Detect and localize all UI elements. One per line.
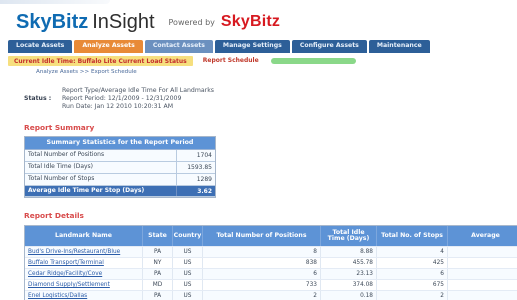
header-total-stops[interactable]: Total No. of Stops [377,226,448,247]
average-cell [448,258,517,268]
summary-label-total-idle-time: Total Idle Time (Days) [28,163,94,171]
summary-value-average-idle-time: 3.62 [176,186,215,197]
report-details-heading: Report Details [24,211,84,221]
header-total-positions[interactable]: Total Number of Positions [203,226,321,247]
header-landmark-name[interactable]: Landmark Name [25,226,143,247]
tab-manage-settings[interactable]: Manage Settings [214,40,290,53]
country-cell: US [173,291,203,300]
average-cell [448,269,517,279]
positions-cell: 838 [203,258,321,269]
landmark-link[interactable]: Buffalo Transport/Terminal [25,258,143,269]
stops-cell: 6 [377,269,448,280]
idle-time-cell: 23.13 [321,269,377,280]
stops-cell: 4 [377,247,448,258]
summary-row-total-idle-time: Total Idle Time (Days) 1593.85 [25,162,215,175]
powered-by-text: Powered by [168,17,215,27]
status-line-1: Report Type/Average Idle Time For All La… [62,87,215,94]
status-line-3: Run Date: Jan 12 2010 10:20:31 AM [62,102,174,110]
state-cell: PA [143,291,173,300]
average-cell [448,291,517,300]
landmark-link[interactable]: Diamond Supply/Settlement [25,280,143,291]
current-idle-time-subnav[interactable]: Current Idle Time: Buffalo Lite Current … [8,55,193,66]
idle-time-cell: 374.08 [321,280,377,291]
state-cell: NY [143,258,173,269]
country-cell: US [173,258,203,269]
summary-value-total-positions: 1704 [176,150,215,162]
skybitz-logo-text: SkyBitz [16,11,89,33]
idle-time-cell: 0.18 [321,291,377,300]
summary-label-total-positions: Total Number of Positions [28,151,105,159]
positions-cell: 2 [203,291,321,300]
powered-by-group: Powered by SkyBitz [169,13,281,31]
details-table: Landmark Name State Country Total Number… [24,225,517,300]
summary-table: Summary Statistics for the Report Period… [24,136,216,199]
state-cell: MD [143,280,173,291]
summary-label-total-stops: Total Number of Stops [28,175,95,183]
powered-by-brand: SkyBitz [220,13,281,30]
table-row: Cedar Ridge/Facility/Cove PA US 6 23.13 … [25,268,517,280]
country-cell: US [173,269,203,280]
table-row: Enel Logistics/Dallas PA US 2 0.18 2 [25,290,517,300]
stops-cell: 425 [377,258,448,269]
summary-row-total-positions: Total Number of Positions 1704 [25,150,215,163]
status-indicator-pill [270,57,356,64]
summary-row-average-idle-time: Average Idle Time Per Stop (Days) 3.62 [25,186,215,198]
status-label: Status : [24,95,52,102]
summary-label-average-idle-time: Average Idle Time Per Stop (Days) [28,186,145,194]
stops-cell: 2 [377,291,448,300]
state-cell: PA [143,269,173,280]
average-cell [448,280,517,290]
status-line-2: Report Period: 12/1/2009 - 12/31/2009 [62,94,182,102]
summary-table-title: Summary Statistics for the Report Period [25,137,215,151]
table-row: Buffalo Transport/Terminal NY US 838 455… [25,257,517,269]
status-panel: Status : Report Type/Average Idle Time F… [0,87,517,110]
summary-value-total-idle-time: 1593.85 [176,162,215,174]
details-table-header: Landmark Name State Country Total Number… [25,226,517,247]
stops-cell: 675 [377,280,448,291]
average-cell [448,247,517,257]
landmark-link[interactable]: Bud's Drive-Ins/Restaurant/Blue [25,247,143,258]
insight-logo: SkyBitz InSight [16,12,155,32]
positions-cell: 6 [203,269,321,280]
tab-contact-assets[interactable]: Contact Assets [144,40,213,53]
landmark-link[interactable]: Cedar Ridge/Facility/Cove [25,269,143,280]
tab-locate-assets[interactable]: Locate Assets [8,40,73,53]
tab-maintenance[interactable]: Maintenance [368,40,430,53]
summary-value-total-stops: 1289 [176,174,215,186]
skybitz-report-page: SkyBitz InSight Powered by SkyBitz Locat… [0,0,517,300]
breadcrumb[interactable]: Analyze Assets >> Export Schedule [0,69,517,75]
insight-logo-text: InSight [92,11,155,33]
landmark-link[interactable]: Enel Logistics/Dallas [25,291,143,300]
status-lines: Report Type/Average Idle Time For All La… [62,87,517,110]
report-summary-heading: Report Summary [24,123,95,133]
tab-analyze-assets[interactable]: Analyze Assets [74,40,143,53]
header-state[interactable]: State [143,226,173,247]
brand-header: SkyBitz InSight Powered by SkyBitz [0,0,517,38]
positions-cell: 8 [203,247,321,258]
report-schedule-subnav[interactable]: Report Schedule [203,57,259,64]
header-average[interactable]: Average [448,226,517,246]
table-row: Diamond Supply/Settlement MD US 733 374.… [25,279,517,291]
tab-configure-assets[interactable]: Configure Assets [291,40,367,53]
summary-row-total-stops: Total Number of Stops 1289 [25,174,215,187]
table-row: Bud's Drive-Ins/Restaurant/Blue PA US 8 … [25,246,517,258]
idle-time-cell: 455.78 [321,258,377,269]
header-total-idle-time[interactable]: Total Idle Time (Days) [321,226,377,247]
header-country[interactable]: Country [173,226,203,247]
positions-cell: 733 [203,280,321,291]
main-tabs: Locate Assets Analyze Assets Contact Ass… [0,40,517,53]
country-cell: US [173,247,203,258]
state-cell: PA [143,247,173,258]
subnav-bar: Current Idle Time: Buffalo Lite Current … [0,54,517,67]
country-cell: US [173,280,203,291]
idle-time-cell: 8.88 [321,247,377,258]
